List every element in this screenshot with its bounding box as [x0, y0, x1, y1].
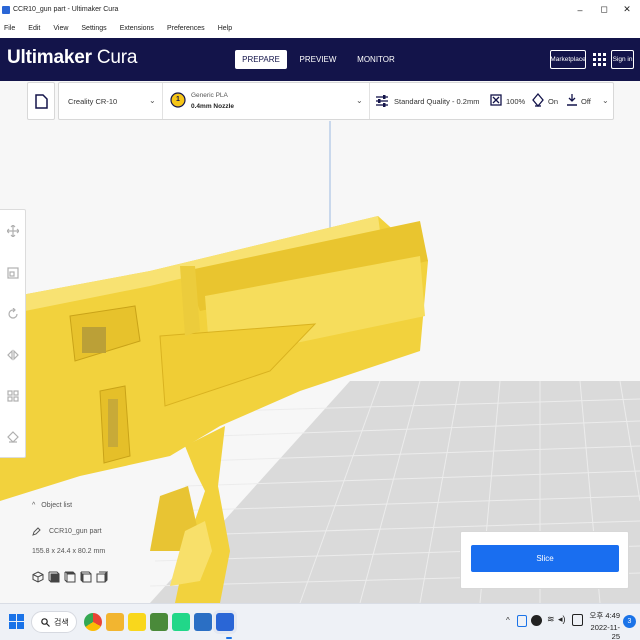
- chrome-taskbar-icon[interactable]: [84, 613, 102, 631]
- move-tool-button[interactable]: [5, 223, 21, 239]
- sliders-icon: [376, 95, 388, 107]
- object-dimensions: 155.8 x 24.4 x 80.2 mm: [32, 548, 106, 555]
- brand-name-light: Cura: [91, 47, 138, 68]
- taskbar-clock[interactable]: 오후 4:49 2022-11-25: [586, 610, 620, 640]
- per-model-settings-icon: [7, 390, 19, 402]
- right-view-icon[interactable]: [96, 571, 108, 583]
- search-label: 검색: [54, 617, 69, 627]
- active-app-indicator: [226, 637, 232, 639]
- menu-bar: File Edit View Settings Extensions Prefe…: [0, 19, 640, 38]
- left-view-icon[interactable]: [80, 571, 92, 583]
- notification-badge[interactable]: 3: [623, 615, 636, 628]
- menu-preferences[interactable]: Preferences: [167, 25, 205, 32]
- sign-in-button[interactable]: Sign in: [611, 50, 634, 69]
- windows-start-icon[interactable]: [9, 614, 24, 629]
- infill-icon: [490, 94, 502, 106]
- tab-monitor[interactable]: MONITOR: [352, 50, 400, 69]
- cura-taskbar-icon[interactable]: [216, 613, 234, 631]
- tab-prepare[interactable]: PREPARE: [235, 50, 287, 69]
- menu-edit[interactable]: Edit: [28, 25, 40, 32]
- minimize-button[interactable]: –: [567, 0, 593, 19]
- support-blocker-icon: [7, 431, 19, 443]
- mirror-tool-button[interactable]: [5, 347, 21, 363]
- object-list-header: Object list: [41, 502, 73, 509]
- window-title-bar: CCR10_gun part - Ultimaker Cura – ◻ ✕: [0, 0, 640, 19]
- menu-file[interactable]: File: [4, 25, 15, 32]
- 3d-view-icon[interactable]: [32, 571, 44, 583]
- brand-name-bold: Ultimaker: [7, 47, 92, 68]
- marketplace-button[interactable]: Marketplace: [550, 50, 586, 69]
- file-explorer-taskbar-icon[interactable]: [106, 613, 124, 631]
- tray-app-icon[interactable]: [517, 615, 527, 627]
- move-icon: [7, 225, 19, 237]
- open-file-button[interactable]: [27, 82, 55, 120]
- rotate-tool-button[interactable]: [5, 306, 21, 322]
- folder-icon: [34, 93, 48, 109]
- printer-selector[interactable]: Creality CR-10 ⌄: [59, 83, 162, 119]
- pycharm-taskbar-icon[interactable]: [172, 613, 190, 631]
- support-icon: [532, 93, 544, 107]
- mirror-icon: [7, 349, 19, 361]
- app-taskbar-icon-6[interactable]: [194, 613, 212, 631]
- scale-icon: [7, 267, 19, 279]
- object-list-toggle[interactable]: ^ Object list: [32, 502, 72, 509]
- top-view-icon[interactable]: [64, 571, 76, 583]
- object-list-panel: ^ Object list CCR10_gun part 155.8 x 24.…: [30, 500, 210, 592]
- material-name: Generic PLA: [191, 92, 228, 99]
- taskbar-search-box[interactable]: 검색: [31, 611, 77, 633]
- clock-date: 2022-11-25: [590, 623, 620, 640]
- menu-view[interactable]: View: [53, 25, 68, 32]
- brand-logo: Ultimaker Cura: [7, 47, 137, 69]
- applications-grid-icon[interactable]: [593, 50, 606, 69]
- view-orientation-buttons: [32, 571, 108, 583]
- chevron-up-icon[interactable]: ^: [506, 616, 510, 625]
- menu-settings[interactable]: Settings: [81, 25, 106, 32]
- nozzle-size: 0.4mm Nozzle: [191, 103, 234, 110]
- windows-taskbar: 검색 ^ ≋ ◂) 오후 4:49 2022-11-25 3: [0, 603, 640, 640]
- support-blocker-button[interactable]: [5, 429, 21, 445]
- search-icon: [41, 617, 50, 627]
- print-settings-button[interactable]: Standard Quality - 0.2mm 100% On Off ⌄: [370, 83, 614, 119]
- app-taskbar-icon-4[interactable]: [150, 613, 168, 631]
- adhesion-icon: [567, 94, 577, 106]
- object-name: CCR10_gun part: [49, 528, 102, 535]
- kakaotalk-taskbar-icon[interactable]: [128, 613, 146, 631]
- quality-profile: Standard Quality - 0.2mm: [394, 97, 480, 106]
- tray-status-icon[interactable]: [531, 615, 542, 626]
- battery-icon[interactable]: [572, 614, 583, 626]
- material-selector[interactable]: 1 Generic PLA 0.4mm Nozzle ⌄: [163, 83, 369, 119]
- menu-extensions[interactable]: Extensions: [120, 25, 154, 32]
- menu-help[interactable]: Help: [218, 25, 232, 32]
- slice-button[interactable]: Slice: [471, 545, 619, 572]
- infill-value: 100%: [506, 97, 526, 106]
- cura-app-icon: [2, 5, 10, 14]
- object-name-row[interactable]: CCR10_gun part: [32, 527, 102, 536]
- chevron-down-icon: ⌄: [356, 96, 363, 105]
- clock-time: 오후 4:49: [589, 611, 620, 620]
- speaker-icon[interactable]: ◂): [558, 614, 566, 625]
- close-button[interactable]: ✕: [614, 0, 640, 19]
- support-value: On: [548, 97, 559, 106]
- chevron-down-icon: ⌄: [149, 96, 156, 105]
- rotate-icon: [8, 308, 18, 319]
- scale-tool-button[interactable]: [5, 265, 21, 281]
- slice-panel: Slice: [460, 531, 629, 589]
- printer-name: Creality CR-10: [68, 96, 118, 106]
- tab-preview[interactable]: PREVIEW: [296, 50, 340, 69]
- tool-panel: [0, 209, 26, 458]
- wifi-icon[interactable]: ≋: [547, 614, 555, 625]
- front-view-icon[interactable]: [48, 571, 60, 583]
- pencil-icon: [32, 527, 41, 536]
- per-model-settings-button[interactable]: [5, 388, 21, 404]
- chevron-up-icon: ^: [32, 502, 36, 509]
- window-title: CCR10_gun part - Ultimaker Cura: [13, 6, 119, 13]
- adhesion-value: Off: [581, 97, 591, 106]
- print-setup-toolbar: Creality CR-10 ⌄ 1 Generic PLA 0.4mm Noz…: [58, 82, 614, 120]
- app-header: Ultimaker Cura PREPARE PREVIEW MONITOR M…: [0, 38, 640, 81]
- chevron-down-icon: ⌄: [602, 96, 609, 105]
- extruder-number: 1: [176, 96, 180, 103]
